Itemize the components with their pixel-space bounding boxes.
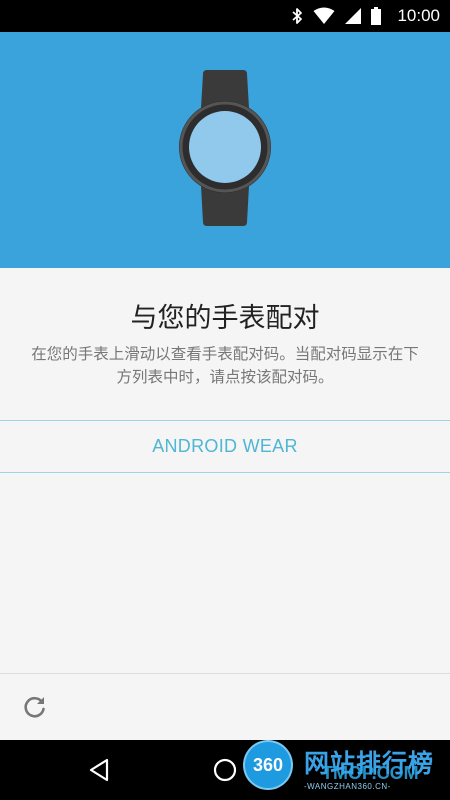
device-item-android-wear[interactable]: ANDROID WEAR xyxy=(0,421,450,472)
footer-divider xyxy=(0,673,450,674)
watermark-site: TMOP.COM xyxy=(322,763,419,783)
watermark-360-badge: 360 xyxy=(245,742,291,788)
status-clock: 10:00 xyxy=(397,6,440,25)
watermark-url: -WANGZHAN360.CN- xyxy=(304,782,391,791)
list-divider-bottom xyxy=(0,472,450,473)
back-icon[interactable] xyxy=(88,758,110,786)
hero-banner xyxy=(0,32,450,268)
watermark-logo: 360 网站排行榜 TMOP.COM -WANGZHAN360.CN- xyxy=(240,742,450,800)
cell-signal-icon xyxy=(345,8,362,24)
page-subtitle: 在您的手表上滑动以查看手表配对码。当配对码显示在下方列表中时，请点按该配对码。 xyxy=(31,345,419,386)
smartwatch-icon xyxy=(175,68,275,232)
status-bar: 10:00 xyxy=(0,0,450,32)
page-title: 与您的手表配对 xyxy=(130,303,320,334)
battery-icon xyxy=(371,7,382,25)
home-icon[interactable] xyxy=(212,757,238,787)
refresh-icon[interactable] xyxy=(22,694,48,720)
wifi-icon xyxy=(313,7,335,25)
bluetooth-icon xyxy=(291,7,303,25)
